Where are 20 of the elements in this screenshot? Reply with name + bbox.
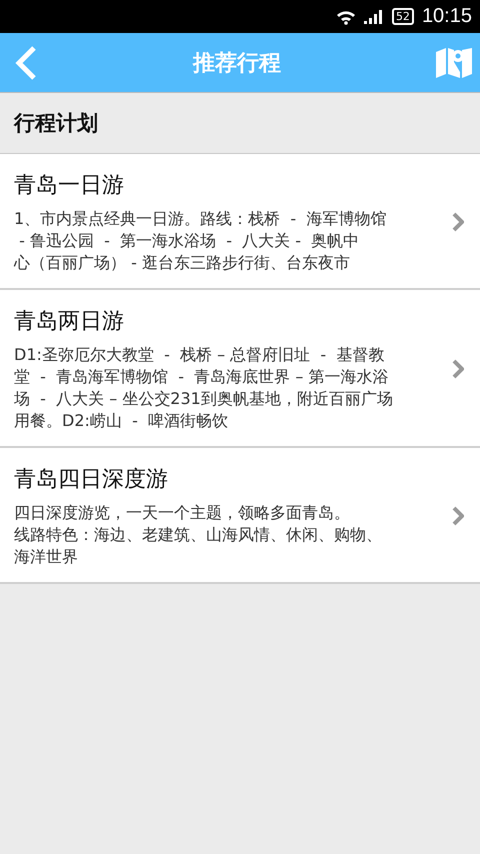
route-title: 青岛一日游: [14, 172, 125, 200]
wifi-icon: [336, 8, 356, 24]
map-pin-icon[interactable]: [436, 48, 472, 78]
back-icon[interactable]: [14, 44, 38, 80]
route-item[interactable]: 青岛两日游 D1:圣弥厄尔大教堂 - 栈桥 – 总督府旧址 - 基督教 堂 - 青岛海军博物馆 - 青岛海底世界 – 第一海水浴 场 - 八大关 – 坐公交231到奥帆基地，附近百丽广场 用餐。D2:崂山 - 啤酒街畅饮: [0, 290, 480, 448]
route-item[interactable]: 青岛四日深度游 四日深度游览，一天一个主题，领略多面青岛。 线路特色：海边、老建筑、山海风情、休闲、购物、 海洋世界: [0, 448, 480, 584]
signal-icon: [364, 10, 384, 24]
clock: 10:15: [422, 5, 472, 28]
chevron-icon: [452, 506, 464, 526]
route-item[interactable]: 青岛一日游 1、市内景点经典一日游。路线：栈桥 - 海军博物馆 - 鲁迅公园 - 第一海水浴场 - 八大关 - 奥帆中 心（百丽广场） - 逛台东三路步行街、台东夜市: [0, 154, 480, 290]
route-title: 青岛四日深度游: [14, 466, 169, 494]
battery-level: 52: [392, 8, 414, 25]
route-description: D1:圣弥厄尔大教堂 - 栈桥 – 总督府旧址 - 基督教 堂 - 青岛海军博物馆 - 青岛海底世界 – 第一海水浴 场 - 八大关 – 坐公交231到奥帆基地，附近百丽广场 用餐。D2:崂山 - 啤酒街畅饮: [14, 344, 394, 432]
route-description: 四日深度游览，一天一个主题，领略多面青岛。 线路特色：海边、老建筑、山海风情、休闲、购物、 海洋世界: [14, 502, 383, 568]
page-title: 推荐行程: [193, 50, 281, 78]
chevron-icon: [452, 212, 464, 232]
chevron-icon: [452, 359, 464, 379]
route-description: 1、市内景点经典一日游。路线：栈桥 - 海军博物馆 - 鲁迅公园 - 第一海水浴场 - 八大关 - 奥帆中 心（百丽广场） - 逛台东三路步行街、台东夜市: [14, 208, 388, 274]
section-title: 行程计划: [14, 110, 98, 137]
route-title: 青岛两日游: [14, 308, 125, 336]
